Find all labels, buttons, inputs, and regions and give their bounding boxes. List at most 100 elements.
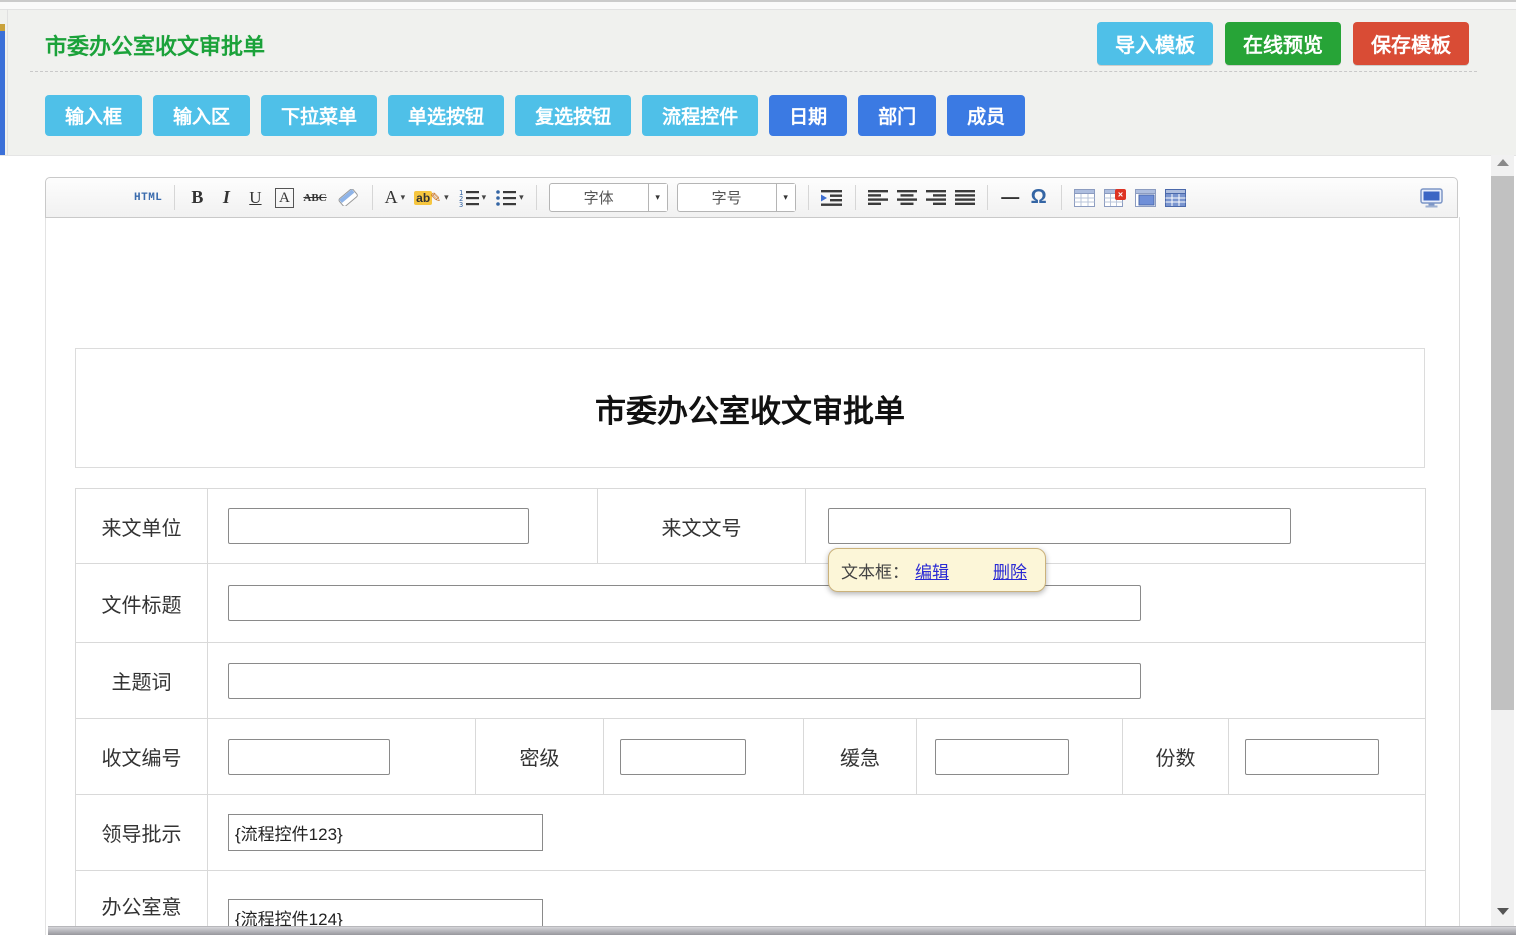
eraser-icon	[336, 189, 360, 206]
align-left-button[interactable]	[868, 185, 888, 211]
toolbar-separator	[1061, 185, 1062, 210]
align-justify-icon	[955, 190, 975, 205]
align-right-button[interactable]	[926, 185, 946, 211]
form-table: 来文单位 来文文号 文件标题 主题词 收文编号 密	[75, 488, 1426, 935]
form-label-receipt-number: 收文编号	[76, 719, 208, 794]
align-justify-button[interactable]	[955, 185, 975, 211]
chevron-down-icon: ▾	[519, 192, 524, 203]
form-label-incoming-doc-number: 来文文号	[598, 489, 806, 563]
special-character-button[interactable]: Ω	[1029, 185, 1049, 211]
remove-format-button[interactable]	[336, 185, 360, 211]
control-button-radio[interactable]: 单选按钮	[388, 95, 504, 136]
copies-input[interactable]	[1245, 739, 1379, 775]
source-code-button[interactable]: HTML	[134, 185, 162, 211]
form-label-urgency: 缓急	[804, 719, 917, 794]
insert-table-button[interactable]	[1074, 185, 1095, 211]
triangle-down-icon	[1497, 908, 1509, 915]
secrecy-level-cell	[604, 719, 804, 794]
fullscreen-button[interactable]	[1420, 185, 1443, 211]
incoming-unit-input[interactable]	[228, 508, 529, 544]
subject-words-cell	[208, 643, 1426, 718]
save-template-button[interactable]: 保存模板	[1353, 22, 1469, 65]
horizontal-rule-button[interactable]: —	[1000, 185, 1020, 211]
control-button-member[interactable]: 成员	[947, 95, 1025, 136]
secrecy-level-input[interactable]	[620, 739, 746, 775]
table-cell-properties-button[interactable]	[1135, 185, 1156, 211]
toolbar-separator	[855, 185, 856, 210]
pencil-icon: ✎	[430, 190, 441, 206]
control-button-checkbox[interactable]: 复选按钮	[515, 95, 631, 136]
ordered-list-icon: 123	[458, 189, 479, 207]
receipt-number-input[interactable]	[228, 739, 390, 775]
chevron-down-icon: ▾	[482, 192, 487, 203]
control-button-date[interactable]: 日期	[769, 95, 847, 136]
strikethrough-button[interactable]: ABC	[303, 185, 326, 211]
underline-button[interactable]: U	[245, 185, 265, 211]
scrollbar[interactable]	[1491, 155, 1514, 935]
indent-button[interactable]	[821, 185, 843, 211]
delete-table-icon: ×	[1104, 189, 1126, 207]
scrollbar-up-button[interactable]	[1491, 159, 1514, 166]
subject-words-input[interactable]	[228, 663, 1141, 699]
triangle-up-icon	[1497, 159, 1509, 166]
receipt-number-cell	[208, 719, 476, 794]
italic-button[interactable]: I	[216, 185, 236, 211]
control-button-row: 输入框 输入区 下拉菜单 单选按钮 复选按钮 流程控件 日期 部门 成员	[45, 95, 1025, 136]
unordered-list-icon	[495, 189, 516, 207]
copies-cell	[1229, 719, 1426, 794]
svg-text:×: ×	[1118, 189, 1123, 199]
table-cell-icon	[1135, 189, 1156, 207]
font-family-select[interactable]: 字体 ▾	[549, 183, 668, 212]
font-color-button[interactable]: A ▾	[385, 185, 406, 211]
ordered-list-button[interactable]: 123 ▾	[458, 185, 487, 211]
control-button-input-box[interactable]: 输入框	[45, 95, 142, 136]
screen: 市委办公室收文审批单 导入模板 在线预览 保存模板 输入框 输入区 下拉菜单 单…	[0, 0, 1516, 935]
highlight-color-button[interactable]: ab ✎ ▾	[414, 185, 448, 211]
font-size-select[interactable]: 字号 ▾	[677, 183, 796, 212]
control-button-department[interactable]: 部门	[858, 95, 936, 136]
bold-button[interactable]: B	[187, 185, 207, 211]
leader-instructions-cell: {流程控件123}	[208, 795, 1426, 870]
leader-instructions-flow-control[interactable]: {流程控件123}	[228, 814, 543, 851]
urgency-cell	[917, 719, 1123, 794]
delete-table-button[interactable]: ×	[1104, 185, 1126, 211]
window-bottom-edge	[48, 926, 1516, 935]
incoming-doc-number-input[interactable]	[828, 508, 1291, 544]
form-label-incoming-unit: 来文单位	[76, 489, 208, 563]
form-label-document-title: 文件标题	[76, 564, 208, 642]
align-center-icon	[897, 190, 917, 205]
scrollbar-down-button[interactable]	[1491, 908, 1514, 915]
scrollbar-thumb[interactable]	[1491, 176, 1514, 710]
unordered-list-button[interactable]: ▾	[495, 185, 524, 211]
field-popup: 文本框： 编辑 删除	[828, 548, 1046, 592]
form-label-subject-words: 主题词	[76, 643, 208, 718]
form-label-copies: 份数	[1123, 719, 1229, 794]
char-border-button[interactable]: A	[275, 188, 294, 208]
table-grid-button[interactable]	[1165, 185, 1186, 211]
monitor-icon	[1420, 188, 1443, 208]
background-window-sliver-yellow	[0, 24, 5, 31]
table-row: 来文单位 来文文号	[76, 489, 1426, 564]
urgency-input[interactable]	[935, 739, 1069, 775]
control-button-textarea[interactable]: 输入区	[153, 95, 250, 136]
import-template-button[interactable]: 导入模板	[1097, 22, 1213, 65]
align-center-button[interactable]	[897, 185, 917, 211]
header-divider	[30, 71, 1477, 72]
align-left-icon	[868, 190, 888, 205]
chevron-down-icon: ▾	[401, 192, 406, 203]
table-row: 文件标题	[76, 564, 1426, 643]
control-button-dropdown[interactable]: 下拉菜单	[261, 95, 377, 136]
control-button-flow-control[interactable]: 流程控件	[642, 95, 758, 136]
table-row: 主题词	[76, 643, 1426, 719]
chevron-down-icon: ▾	[444, 192, 449, 203]
table-grid-icon	[1165, 189, 1186, 207]
form-label-secrecy-level: 密级	[476, 719, 604, 794]
delete-link[interactable]: 删除	[993, 558, 1027, 583]
window-top-edge	[0, 0, 1516, 10]
toolbar-separator	[174, 185, 175, 210]
document-title-cell	[208, 564, 1426, 642]
edit-link[interactable]: 编辑	[915, 558, 949, 583]
toolbar-separator	[372, 185, 373, 210]
online-preview-button[interactable]: 在线预览	[1225, 22, 1341, 65]
toolbar-separator	[536, 185, 537, 210]
